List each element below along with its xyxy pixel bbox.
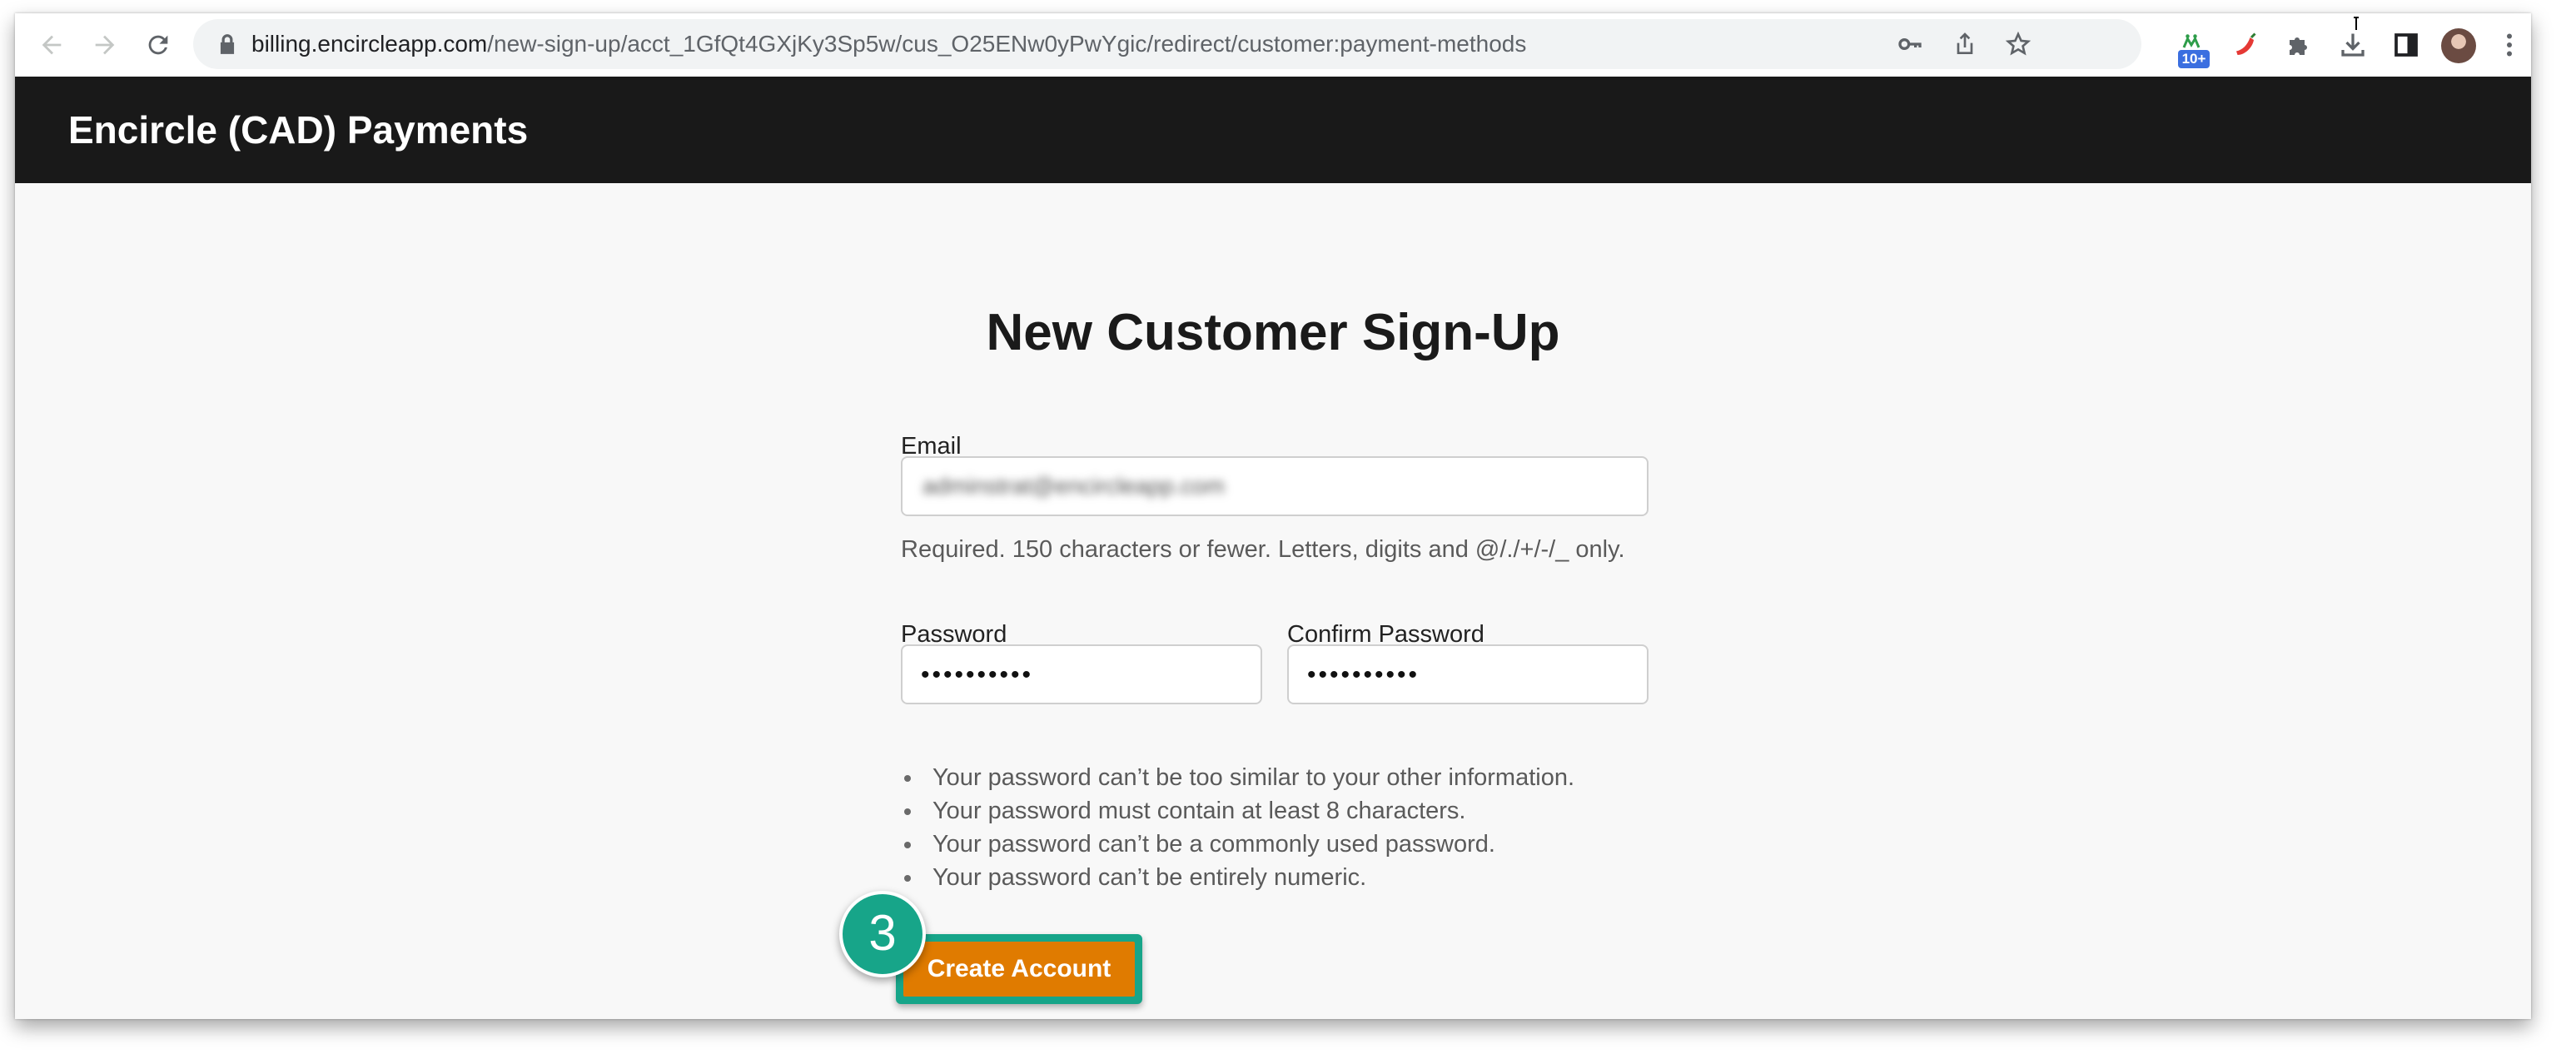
confirm-password-field[interactable]: •••••••••• [1287, 644, 1649, 704]
puzzle-icon[interactable] [2280, 25, 2320, 65]
email-help-text: Required. 150 characters or fewer. Lette… [901, 536, 1625, 563]
key-icon[interactable] [1895, 29, 1925, 59]
browser-toolbar: billing.encircleapp.com/new-sign-up/acct… [15, 13, 2531, 77]
password-rule: Your password must contain at least 8 ch… [901, 794, 1574, 828]
url-path: /new-sign-up/acct_1GfQt4GXjKy3Sp5w/cus_O… [487, 31, 1527, 57]
url-text[interactable]: billing.encircleapp.com/new-sign-up/acct… [251, 29, 1526, 59]
forward-icon[interactable] [85, 25, 125, 65]
password-value: •••••••••• [921, 661, 1034, 689]
back-icon[interactable] [32, 25, 72, 65]
cursor-icon [2354, 17, 2359, 30]
confirm-password-value: •••••••••• [1307, 661, 1420, 689]
email-value: adminstrat@encircleapp.com [922, 473, 1226, 499]
address-bar[interactable]: billing.encircleapp.com/new-sign-up/acct… [193, 19, 2141, 69]
avatar[interactable] [2441, 28, 2476, 63]
email-field[interactable]: adminstrat@encircleapp.com [901, 456, 1649, 516]
password-rules-list: Your password can’t be too similar to yo… [901, 761, 1574, 894]
password-rule: Your password can’t be entirely numeric. [901, 861, 1574, 894]
side-panel-icon[interactable] [2386, 25, 2426, 65]
password-field[interactable]: •••••••••• [901, 644, 1262, 704]
menu-icon[interactable] [2489, 25, 2529, 65]
extension-badge: 10+ [2178, 50, 2210, 68]
star-icon[interactable] [2003, 29, 2033, 59]
step-number-badge: 3 [839, 891, 926, 977]
reload-icon[interactable] [138, 25, 178, 65]
browser-window: billing.encircleapp.com/new-sign-up/acct… [15, 13, 2531, 1019]
create-account-highlight: Create Account [896, 934, 1142, 1004]
pepper-icon[interactable] [2226, 25, 2266, 65]
lock-icon[interactable] [216, 32, 238, 56]
app-header: Encircle (CAD) Payments [15, 77, 2531, 183]
url-host: billing.encircleapp.com [251, 31, 488, 57]
password-rule: Your password can’t be too similar to yo… [901, 761, 1574, 794]
share-icon[interactable] [1950, 29, 1980, 59]
create-account-button[interactable]: Create Account [903, 942, 1135, 997]
app-title[interactable]: Encircle (CAD) Payments [68, 107, 528, 153]
password-rule: Your password can’t be a commonly used p… [901, 828, 1574, 861]
page-title: New Customer Sign-Up [986, 304, 1560, 361]
